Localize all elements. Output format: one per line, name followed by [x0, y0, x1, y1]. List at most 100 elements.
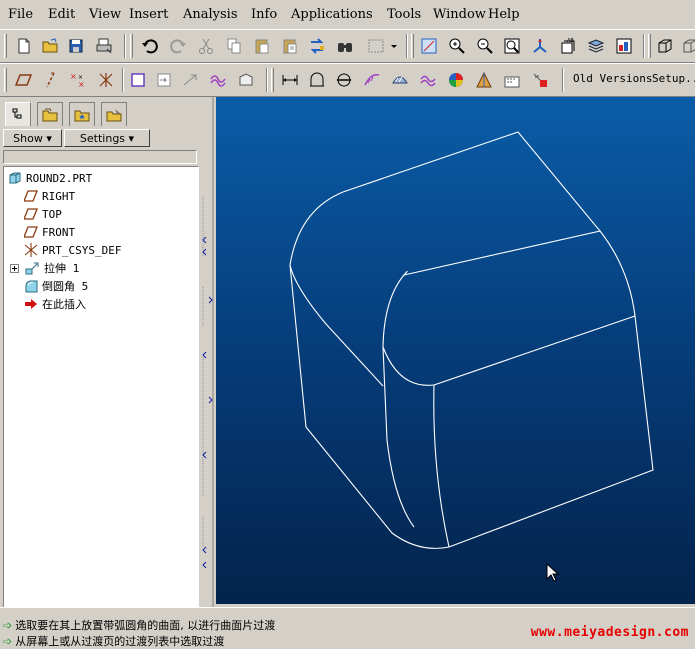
menu-info[interactable]: Info: [251, 7, 277, 22]
separator: [562, 68, 564, 92]
menu-insert[interactable]: Insert: [129, 7, 168, 22]
find-icon[interactable]: [335, 36, 355, 56]
insert-data-icon[interactable]: [154, 70, 174, 90]
open-folder-icon[interactable]: [40, 36, 60, 56]
menu-applications[interactable]: Applications: [291, 7, 373, 22]
old-versions-button[interactable]: Old Versions: [573, 72, 652, 85]
connections-icon: [106, 108, 122, 121]
tree-item-right[interactable]: RIGHT: [24, 187, 75, 205]
status-message: ➩ 选取要在其上放置带弧圆角的曲面, 以进行曲面片过渡: [3, 617, 275, 633]
new-file-icon[interactable]: [14, 36, 34, 56]
panel-splitter[interactable]: [200, 97, 216, 607]
tree-item-label: FRONT: [42, 225, 76, 239]
menu-view[interactable]: View: [89, 7, 121, 22]
splitter-grip[interactable]: [200, 97, 216, 607]
menu-help[interactable]: Help: [488, 7, 520, 22]
reorient-icon[interactable]: [530, 36, 550, 56]
zoom-out-icon[interactable]: [475, 36, 495, 56]
layers-icon[interactable]: [586, 36, 606, 56]
tab-folder-browser[interactable]: [37, 102, 63, 126]
datum-point-icon[interactable]: × × ×: [68, 70, 88, 90]
show-dropdown[interactable]: Show ▾: [3, 129, 62, 147]
curvature-shading-icon[interactable]: [446, 70, 466, 90]
separator: [266, 68, 268, 92]
tree-item-label: TOP: [42, 207, 62, 221]
model-analysis-icon[interactable]: [307, 70, 327, 90]
graph-analysis-icon[interactable]: [502, 70, 522, 90]
toolbar-grip[interactable]: [4, 34, 7, 58]
menu-analysis[interactable]: Analysis: [183, 7, 238, 22]
copy-icon[interactable]: [224, 36, 244, 56]
save-icon[interactable]: [66, 36, 86, 56]
part-wireframe[interactable]: [216, 97, 695, 604]
toolbar-grip[interactable]: [4, 68, 7, 92]
graphics-viewport[interactable]: [216, 97, 695, 604]
regenerate-icon[interactable]: [307, 36, 327, 56]
dihedral-analysis-icon[interactable]: [418, 70, 438, 90]
tree-item-label: PRT_CSYS_DEF: [42, 243, 122, 257]
tree-header: [3, 150, 197, 164]
datum-curve-icon[interactable]: [180, 70, 200, 90]
menu-bar: File Edit View Insert Analysis Info Appl…: [0, 0, 695, 28]
refit-icon[interactable]: [502, 36, 522, 56]
analysis-sensor-icon[interactable]: [530, 70, 550, 90]
extrude-icon: [25, 262, 39, 275]
tab-favorites[interactable]: [69, 102, 95, 126]
cut-icon[interactable]: [196, 36, 216, 56]
svg-text:×: ×: [78, 80, 85, 89]
watermark: www.meiyadesign.com: [530, 625, 689, 640]
menu-file[interactable]: File: [8, 7, 33, 22]
tree-item-top[interactable]: TOP: [24, 205, 62, 223]
measure-icon[interactable]: [280, 70, 300, 90]
tree-item-round[interactable]: 倒圆角 5: [24, 277, 88, 295]
setup-button[interactable]: Setup..: [652, 72, 695, 85]
datum-axis-icon[interactable]: [41, 70, 61, 90]
section-analysis-icon[interactable]: [334, 70, 354, 90]
wireframe-cube-icon[interactable]: [655, 36, 675, 56]
analysis-feature-icon[interactable]: [236, 70, 256, 90]
chevron-down-icon[interactable]: [388, 36, 400, 56]
model-display-icon[interactable]: [614, 36, 634, 56]
sketch-icon[interactable]: [128, 70, 148, 90]
paste-special-icon[interactable]: [280, 36, 300, 56]
menu-window[interactable]: Window: [433, 7, 486, 22]
wave-curve-icon[interactable]: [208, 70, 228, 90]
tab-connections[interactable]: [101, 102, 127, 126]
insert-here-icon: [25, 299, 37, 309]
undo-icon[interactable]: [140, 36, 160, 56]
toolbar-grip[interactable]: [648, 34, 651, 58]
tree-item-front[interactable]: FRONT: [24, 223, 75, 241]
tree-item-insert-here[interactable]: 在此插入: [24, 295, 86, 313]
main-toolbar: AB: [0, 29, 695, 63]
tab-model-tree[interactable]: [5, 102, 31, 126]
menu-tools[interactable]: Tools: [387, 7, 421, 22]
toolbar-grip[interactable]: [411, 34, 414, 58]
saved-views-icon[interactable]: AB: [558, 36, 578, 56]
paste-icon[interactable]: [252, 36, 272, 56]
surface-analysis-icon[interactable]: [390, 70, 410, 90]
tree-item-csys[interactable]: PRT_CSYS_DEF: [24, 241, 121, 259]
toolbar-grip[interactable]: [130, 34, 133, 58]
round-icon: [25, 280, 38, 293]
menu-edit[interactable]: Edit: [48, 7, 75, 22]
tree-item-label: RIGHT: [42, 189, 76, 203]
datum-plane-icon[interactable]: [14, 70, 34, 90]
tree-item-root[interactable]: ROUND2.PRT: [8, 169, 92, 187]
expand-icon[interactable]: [10, 263, 19, 273]
zoom-in-icon[interactable]: [447, 36, 467, 56]
tree-item-extrude[interactable]: 拉伸 1: [10, 259, 79, 277]
repaint-icon[interactable]: [419, 36, 439, 56]
print-icon[interactable]: [94, 36, 114, 56]
draft-analysis-icon[interactable]: [474, 70, 494, 90]
settings-dropdown[interactable]: Settings ▾: [64, 129, 150, 147]
toolbar-grip[interactable]: [271, 68, 274, 92]
redo-icon[interactable]: [168, 36, 188, 56]
folder-icon: [42, 108, 58, 121]
separator: [643, 34, 645, 58]
tree-item-label: 在此插入: [42, 298, 86, 311]
hidden-line-cube-icon[interactable]: [680, 36, 695, 56]
curve-analysis-icon[interactable]: [362, 70, 382, 90]
selection-filter-icon[interactable]: [363, 36, 389, 56]
arrow-right-icon: ➩: [3, 634, 13, 648]
coordinate-system-icon[interactable]: [96, 70, 116, 90]
